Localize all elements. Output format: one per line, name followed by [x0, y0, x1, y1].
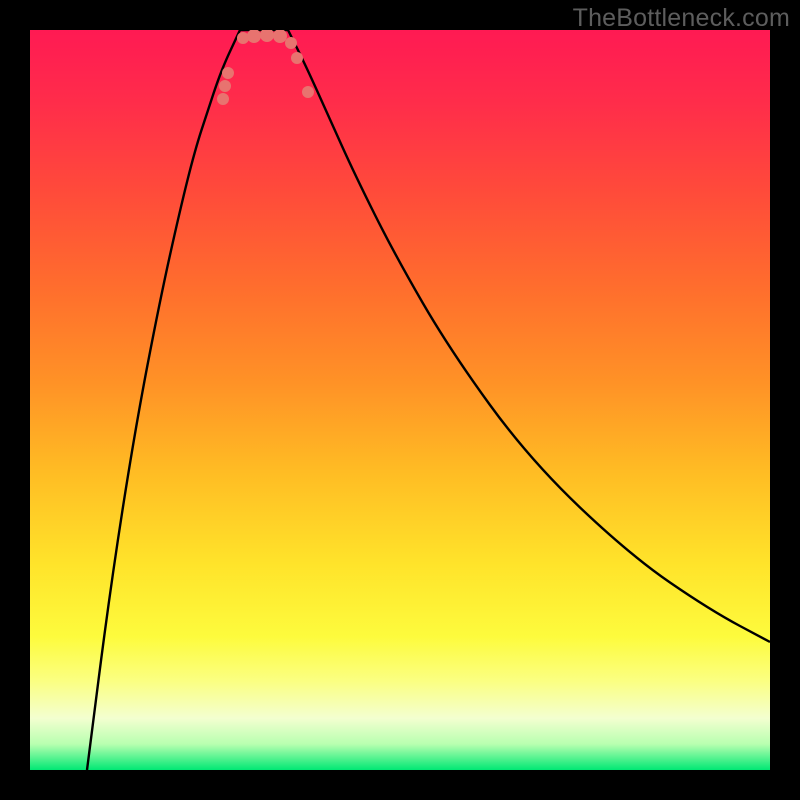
curves-layer: [30, 30, 770, 770]
marker-dot: [285, 37, 297, 49]
marker-dot: [302, 86, 314, 98]
right-curve: [288, 30, 770, 642]
marker-dot: [217, 93, 229, 105]
watermark-text: TheBottleneck.com: [573, 4, 790, 33]
chart-frame: TheBottleneck.com: [0, 0, 800, 800]
marker-dot: [273, 30, 287, 43]
left-curve: [87, 30, 240, 770]
marker-dot: [219, 80, 231, 92]
marker-dot: [291, 52, 303, 64]
marker-dot: [237, 32, 249, 44]
marker-dot: [222, 67, 234, 79]
marker-dots: [217, 30, 314, 105]
marker-dot: [260, 30, 274, 42]
plot-area: [30, 30, 770, 770]
marker-dot: [247, 30, 261, 43]
